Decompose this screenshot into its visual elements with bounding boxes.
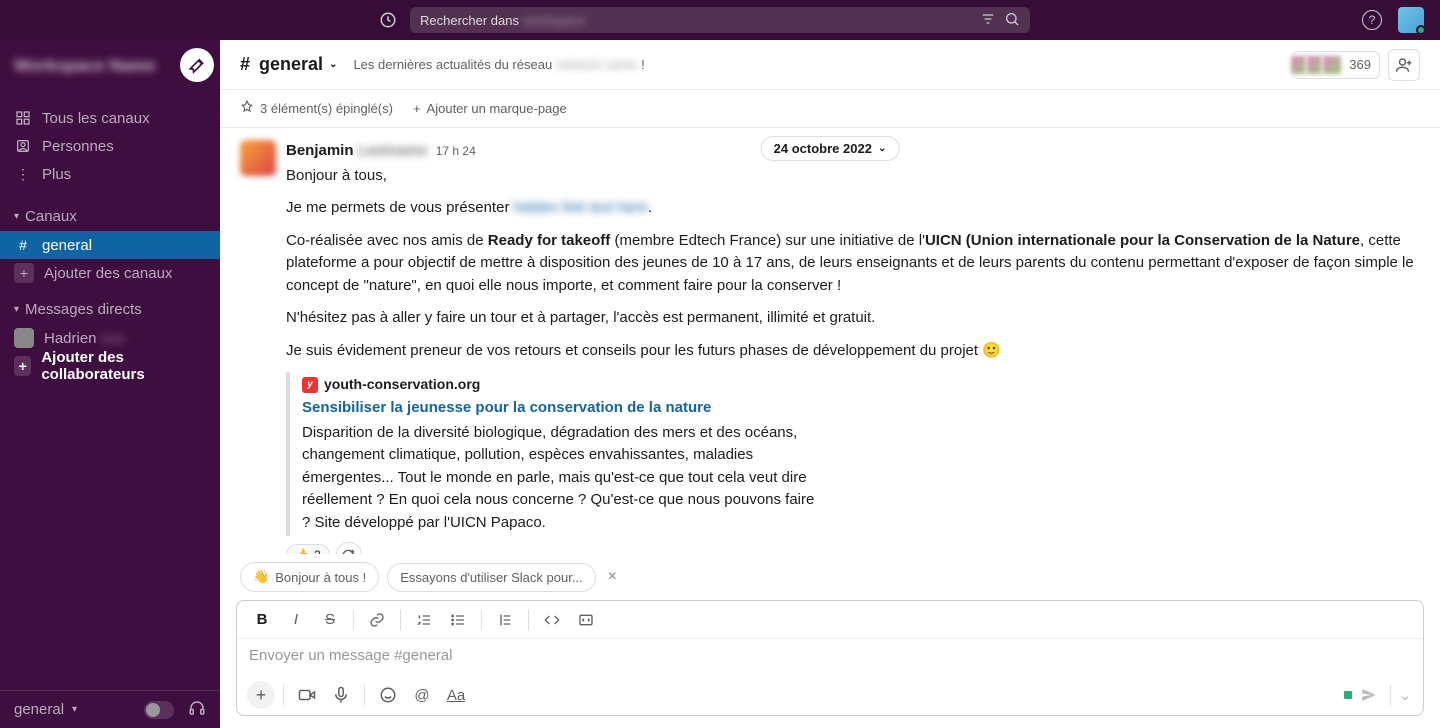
nav-label: Ajouter des collaborateurs — [41, 349, 206, 383]
history-icon[interactable] — [378, 10, 398, 30]
channel-header: # general ⌄ Les dernières actualités du … — [220, 40, 1440, 90]
audio-button[interactable] — [326, 680, 356, 710]
link-attachment: y youth-conservation.org Sensibiliser la… — [286, 372, 826, 536]
add-bookmark-button[interactable]: + Ajouter un marque-page — [413, 101, 567, 116]
close-suggestions-button[interactable]: × — [604, 568, 621, 586]
chevron-down-icon: ⌄ — [878, 143, 886, 154]
link[interactable]: hidden link text here — [514, 199, 648, 216]
plus-icon: + — [14, 356, 31, 376]
suggestions: 👋 Bonjour à tous ! Essayons d'utiliser S… — [220, 554, 1440, 596]
message-list: 24 octobre 2022 ⌄ Benjamin Lastname 17 h… — [220, 128, 1440, 554]
ordered-list-button[interactable] — [409, 605, 439, 635]
nav-all-channels[interactable]: Tous les canaux — [0, 104, 220, 132]
blockquote-button[interactable] — [490, 605, 520, 635]
compose-button[interactable] — [180, 48, 214, 82]
chevron-down-icon: ⌄ — [329, 59, 337, 70]
search-input[interactable]: Rechercher dans workspace — [410, 7, 1030, 33]
attach-button[interactable]: + — [247, 681, 275, 709]
strikethrough-button[interactable]: S — [315, 605, 345, 635]
suggestion-pill[interactable]: 👋 Bonjour à tous ! — [240, 562, 379, 592]
formatting-toolbar: B I S — [237, 601, 1423, 639]
message-timestamp[interactable]: 17 h 24 — [436, 142, 476, 160]
channel-topic[interactable]: Les dernières actualités du réseau netwo… — [353, 57, 644, 72]
add-channels[interactable]: + Ajouter des canaux — [0, 259, 220, 287]
nav-more[interactable]: ⋮ Plus — [0, 160, 220, 188]
message-input[interactable]: Envoyer un message #general — [237, 639, 1423, 675]
dm-avatar — [14, 328, 34, 348]
plus-icon: + — [14, 263, 34, 283]
sidebar-footer: general ▾ — [0, 690, 220, 728]
channels-section-header[interactable]: ▾ Canaux — [0, 202, 220, 231]
sidebar: Workspace Name Tous les canaux Personnes… — [0, 40, 220, 728]
nav-label: Tous les canaux — [42, 110, 150, 127]
presence-indicator — [1416, 25, 1426, 35]
huddle-toggle[interactable] — [144, 701, 174, 719]
reactions: 👍 2 — [286, 542, 1420, 554]
italic-button[interactable]: I — [281, 605, 311, 635]
caret-down-icon: ▾ — [14, 304, 19, 315]
filter-icon[interactable] — [980, 11, 996, 30]
emoji-button[interactable] — [373, 680, 403, 710]
channels-icon — [14, 109, 32, 127]
search-placeholder: Rechercher dans — [420, 13, 519, 28]
date-divider-button[interactable]: 24 octobre 2022 ⌄ — [761, 136, 900, 161]
send-options-button[interactable]: ⌄ — [1397, 680, 1413, 710]
pinned-items-button[interactable]: 3 élément(s) épinglé(s) — [240, 100, 393, 117]
channel-label: general — [42, 237, 92, 254]
nav-people[interactable]: Personnes — [0, 132, 220, 160]
attachment-title[interactable]: Sensibiliser la jeunesse pour la conserv… — [302, 397, 826, 420]
dms-section-header[interactable]: ▾ Messages directs — [0, 295, 220, 324]
message-text: Bonjour à tous, Je me permets de vous pr… — [286, 165, 1420, 363]
channel-name-button[interactable]: # general ⌄ — [240, 54, 337, 75]
message-composer: B I S Envoyer un message #general + — [236, 600, 1424, 716]
mention-button[interactable]: @ — [407, 680, 437, 710]
add-person-button[interactable] — [1388, 49, 1420, 81]
hash-icon: # — [14, 236, 32, 254]
bullet-list-button[interactable] — [443, 605, 473, 635]
people-icon — [14, 137, 32, 155]
composer-actions: + @ Aa ⌄ — [237, 675, 1423, 715]
pins-bar: 3 élément(s) épinglé(s) + Ajouter un mar… — [220, 90, 1440, 128]
user-avatar[interactable] — [1398, 7, 1424, 33]
nav-label: Ajouter des canaux — [44, 265, 172, 282]
author-name[interactable]: Benjamin Lastname — [286, 140, 428, 163]
dm-item[interactable]: Hadrien ous — [0, 324, 220, 352]
codeblock-button[interactable] — [571, 605, 601, 635]
message: Benjamin Lastname 17 h 24 Bonjour à tous… — [220, 136, 1440, 554]
topbar: Rechercher dans workspace ? — [0, 0, 1440, 40]
headphones-icon[interactable] — [188, 699, 206, 721]
pin-icon — [240, 100, 254, 117]
footer-channel[interactable]: general — [14, 701, 64, 718]
hash-icon: # — [240, 54, 250, 75]
add-reaction-button[interactable] — [336, 542, 362, 554]
draft-indicator — [1344, 691, 1352, 699]
more-icon: ⋮ — [14, 165, 32, 183]
caret-down-icon[interactable]: ▾ — [72, 704, 77, 715]
avatar-stack — [1295, 54, 1343, 76]
author-avatar[interactable] — [240, 140, 276, 176]
bold-button[interactable]: B — [247, 605, 277, 635]
link-button[interactable] — [362, 605, 392, 635]
nav-label: Personnes — [42, 138, 114, 155]
member-count-button[interactable]: 369 — [1292, 51, 1380, 79]
channel-general[interactable]: # general — [0, 231, 220, 259]
main-content: # general ⌄ Les dernières actualités du … — [220, 40, 1440, 728]
attachment-description: Disparition de la diversité biologique, … — [302, 422, 826, 535]
dm-label: Hadrien — [44, 330, 97, 347]
suggestion-pill[interactable]: Essayons d'utiliser Slack pour... — [387, 563, 595, 592]
caret-down-icon: ▾ — [14, 211, 19, 222]
format-toggle-button[interactable]: Aa — [441, 680, 471, 710]
reaction-thumbsup[interactable]: 👍 2 — [286, 544, 330, 554]
search-icon[interactable] — [1004, 11, 1020, 30]
favicon: y — [302, 377, 318, 393]
send-button[interactable] — [1354, 680, 1384, 710]
video-button[interactable] — [292, 680, 322, 710]
attachment-site: y youth-conservation.org — [302, 374, 826, 395]
help-icon[interactable]: ? — [1362, 10, 1382, 30]
plus-icon: + — [413, 101, 421, 116]
nav-label: Plus — [42, 166, 71, 183]
add-collaborators[interactable]: + Ajouter des collaborateurs — [0, 352, 220, 380]
code-button[interactable] — [537, 605, 567, 635]
